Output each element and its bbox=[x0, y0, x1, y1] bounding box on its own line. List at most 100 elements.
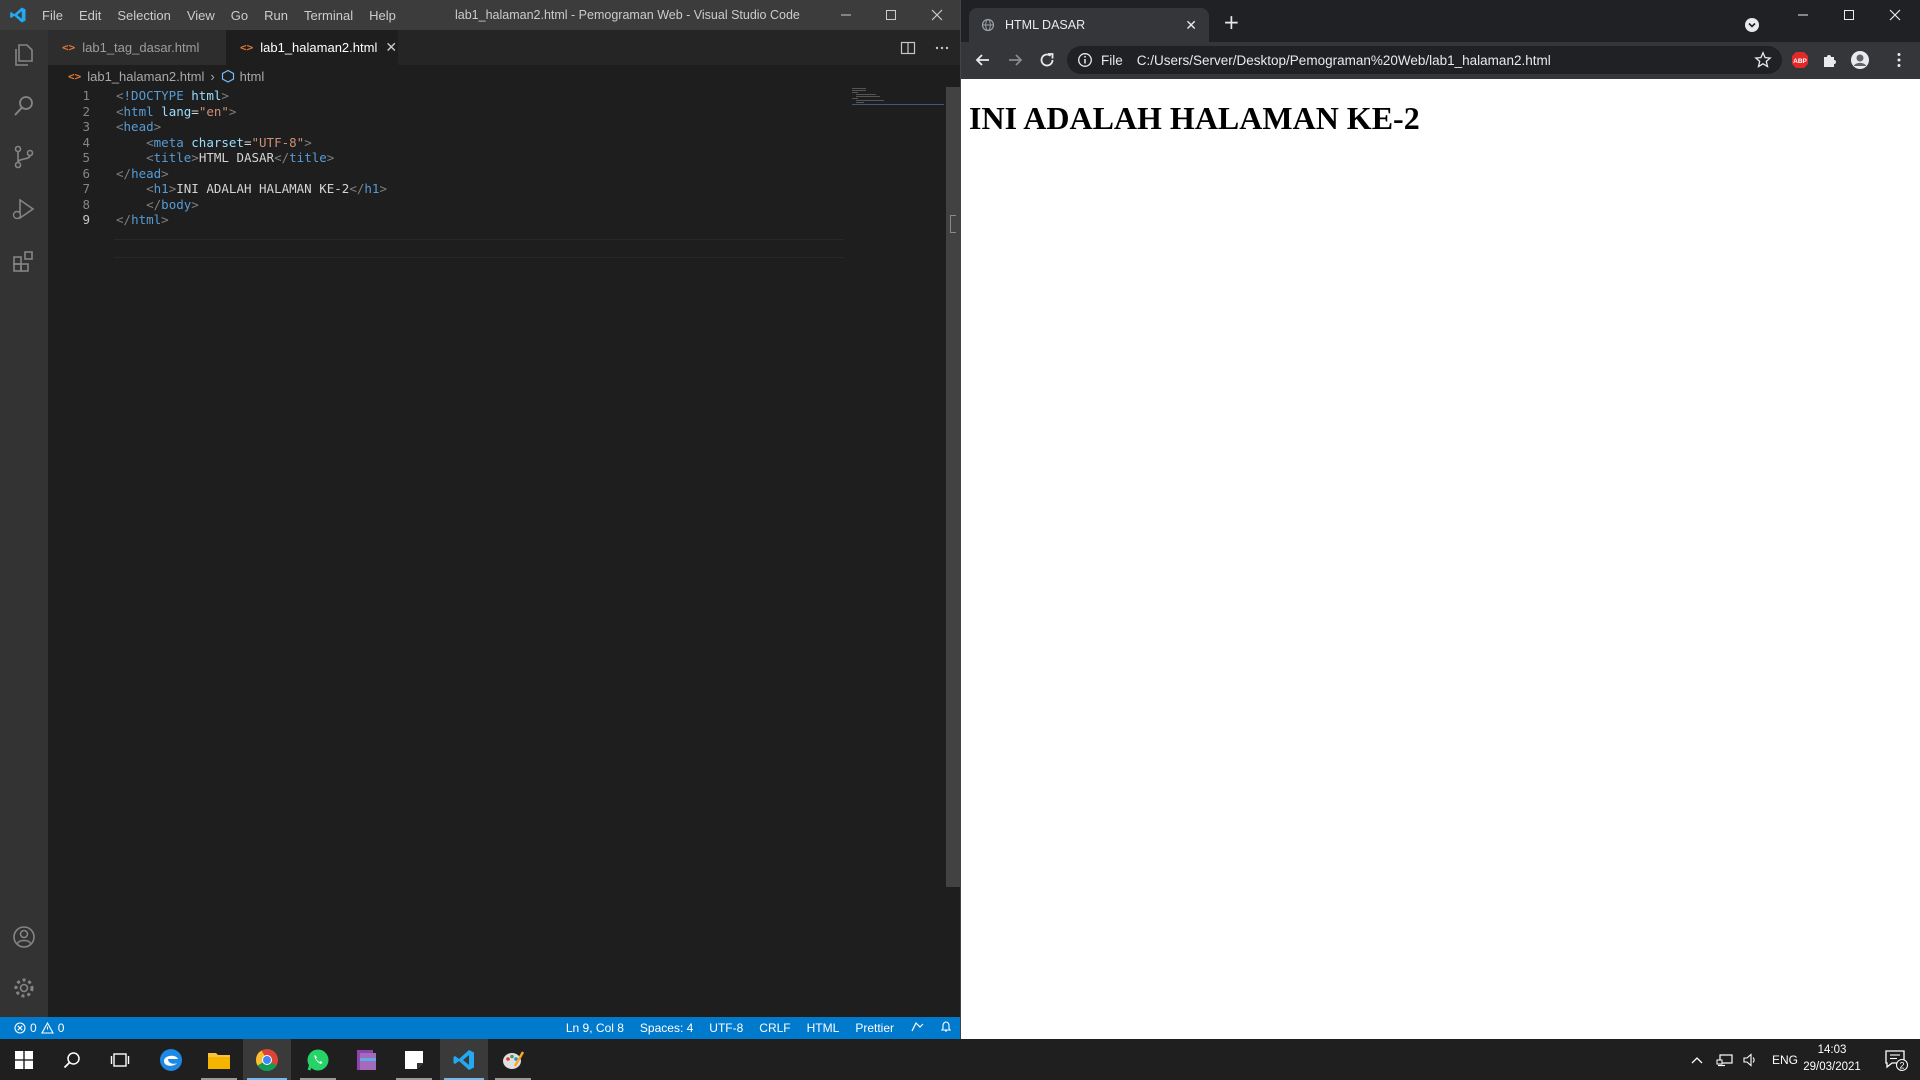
taskbar-vscode[interactable] bbox=[440, 1039, 488, 1080]
chrome-window: HTML DASAR ✕ + File C:/Users/Server/Desk… bbox=[961, 0, 1920, 1039]
taskbar-chrome[interactable] bbox=[243, 1039, 291, 1080]
notifications-icon: 2 bbox=[1885, 1049, 1908, 1071]
menu-run[interactable]: Run bbox=[256, 8, 296, 23]
menu-go[interactable]: Go bbox=[223, 8, 256, 23]
taskbar-search-button[interactable] bbox=[48, 1039, 96, 1080]
breadcrumb-file[interactable]: lab1_halaman2.html bbox=[87, 69, 204, 84]
status-right: Ln 9, Col 8 Spaces: 4 UTF-8 CRLF HTML Pr… bbox=[558, 1017, 960, 1039]
bookmark-star-icon[interactable] bbox=[1754, 51, 1772, 69]
url-scheme: File bbox=[1101, 52, 1123, 68]
chrome-close-button[interactable] bbox=[1872, 0, 1918, 30]
taskbar-file-explorer[interactable] bbox=[195, 1039, 243, 1080]
html-file-icon: <> bbox=[62, 41, 76, 54]
desktop: File Edit Selection View Go Run Terminal… bbox=[0, 0, 1920, 1080]
browser-tab-title: HTML DASAR bbox=[1005, 18, 1086, 32]
notifications-bell-icon[interactable] bbox=[932, 1020, 960, 1036]
taskbar-winrar[interactable] bbox=[342, 1039, 390, 1080]
code-line[interactable]: 9 </html> bbox=[48, 210, 844, 229]
indentation[interactable]: Spaces: 4 bbox=[632, 1021, 701, 1035]
end-of-line[interactable]: CRLF bbox=[751, 1021, 798, 1035]
feedback-icon[interactable] bbox=[902, 1021, 932, 1036]
language-mode[interactable]: HTML bbox=[799, 1021, 848, 1035]
clock-date: 29/03/2021 bbox=[1803, 1061, 1861, 1073]
vscode-titlebar: File Edit Selection View Go Run Terminal… bbox=[0, 0, 960, 30]
breadcrumb: <> lab1_halaman2.html › html bbox=[48, 65, 960, 87]
minimize-button[interactable] bbox=[823, 0, 869, 30]
browser-tab-html-dasar[interactable]: HTML DASAR ✕ bbox=[969, 8, 1209, 42]
task-view-button[interactable] bbox=[96, 1039, 144, 1080]
code-editor[interactable]: 1 <!DOCTYPE html> 2 <html lang="en"> 3 <head>… bbox=[48, 87, 844, 1017]
code-text[interactable]: </html> bbox=[116, 210, 169, 229]
editor-scrollbar[interactable] bbox=[946, 87, 960, 887]
minimize-icon bbox=[1798, 14, 1808, 16]
split-editor-icon[interactable] bbox=[900, 40, 916, 56]
explorer-icon[interactable] bbox=[11, 42, 37, 68]
chevron-right-icon: › bbox=[210, 68, 215, 84]
new-tab-button[interactable]: + bbox=[1223, 12, 1240, 32]
chrome-minimize-button[interactable] bbox=[1780, 0, 1826, 30]
extensions-icon[interactable] bbox=[11, 248, 37, 274]
menu-edit[interactable]: Edit bbox=[71, 8, 109, 23]
system-clock[interactable]: 14:03 29/03/2021 bbox=[1798, 1042, 1866, 1076]
tab-lab1-tag-dasar[interactable]: <> lab1_tag_dasar.html bbox=[48, 30, 226, 65]
chrome-icon bbox=[256, 1048, 278, 1071]
profile-avatar-icon[interactable] bbox=[1850, 50, 1870, 70]
back-arrow-icon[interactable] bbox=[973, 50, 993, 70]
browser-tab-close-icon[interactable]: ✕ bbox=[1185, 17, 1197, 34]
breadcrumb-symbol[interactable]: html bbox=[240, 69, 265, 84]
network-icon[interactable] bbox=[1716, 1053, 1734, 1067]
taskbar-paint[interactable] bbox=[489, 1039, 537, 1080]
info-icon[interactable] bbox=[1077, 52, 1093, 68]
search-icon bbox=[63, 1051, 80, 1068]
clock-time: 14:03 bbox=[1817, 1044, 1847, 1056]
extensions-puzzle-icon[interactable] bbox=[1820, 50, 1840, 70]
encoding[interactable]: UTF-8 bbox=[701, 1021, 751, 1035]
taskbar-edge[interactable] bbox=[147, 1039, 195, 1080]
action-center-button[interactable]: 2 bbox=[1872, 1039, 1920, 1080]
tab-search-icon[interactable] bbox=[1744, 17, 1760, 33]
more-actions-icon[interactable] bbox=[934, 40, 950, 56]
source-control-icon[interactable] bbox=[11, 144, 37, 170]
chrome-maximize-button[interactable] bbox=[1826, 0, 1872, 30]
maximize-button[interactable] bbox=[868, 0, 914, 30]
menu-selection[interactable]: Selection bbox=[109, 8, 178, 23]
svg-text:ABP: ABP bbox=[1793, 58, 1807, 65]
settings-gear-icon[interactable] bbox=[11, 975, 37, 1001]
menu-terminal[interactable]: Terminal bbox=[296, 8, 361, 23]
start-button[interactable] bbox=[0, 1039, 48, 1080]
taskbar-whatsapp[interactable] bbox=[294, 1039, 342, 1080]
chrome-tab-strip: HTML DASAR ✕ + bbox=[961, 0, 1920, 42]
reload-icon[interactable] bbox=[1037, 50, 1057, 70]
page-heading: INI ADALAH HALAMAN KE-2 bbox=[969, 100, 1420, 136]
error-count: 0 bbox=[30, 1021, 37, 1035]
taskbar-sticky-notes[interactable] bbox=[390, 1039, 438, 1080]
tab-lab1-halaman2[interactable]: <> lab1_halaman2.html ✕ bbox=[226, 30, 398, 65]
tab-close-icon[interactable]: ✕ bbox=[385, 39, 397, 56]
formatter[interactable]: Prettier bbox=[847, 1021, 902, 1035]
file-explorer-icon bbox=[208, 1052, 230, 1069]
minimap[interactable] bbox=[852, 87, 944, 105]
show-hidden-icons-chevron-icon[interactable] bbox=[1690, 1053, 1704, 1067]
adblock-plus-icon[interactable]: ABP bbox=[1790, 50, 1810, 70]
menu-file[interactable]: File bbox=[34, 8, 71, 23]
url-text[interactable]: C:/Users/Server/Desktop/Pemograman%20Web… bbox=[1137, 53, 1551, 68]
input-language[interactable]: ENG bbox=[1772, 1053, 1798, 1067]
problems-indicator[interactable]: 0 0 bbox=[14, 1017, 64, 1039]
warning-icon bbox=[40, 1022, 54, 1034]
activity-bar bbox=[0, 30, 48, 1017]
address-bar[interactable]: File C:/Users/Server/Desktop/Pemograman%… bbox=[1067, 46, 1782, 74]
minimize-icon bbox=[841, 14, 851, 16]
vscode-logo-icon bbox=[10, 7, 26, 23]
chrome-menu-icon[interactable] bbox=[1889, 50, 1909, 70]
search-icon[interactable] bbox=[11, 93, 37, 119]
web-page-content: INI ADALAH HALAMAN KE-2 bbox=[961, 79, 1920, 1039]
close-button[interactable] bbox=[914, 0, 960, 30]
menu-help[interactable]: Help bbox=[361, 8, 404, 23]
run-debug-icon[interactable] bbox=[11, 196, 37, 222]
cursor-position[interactable]: Ln 9, Col 8 bbox=[558, 1021, 632, 1035]
forward-arrow-icon[interactable] bbox=[1005, 50, 1025, 70]
accounts-icon[interactable] bbox=[11, 924, 37, 950]
scrollbar-cursor-marker bbox=[950, 215, 956, 233]
menu-view[interactable]: View bbox=[179, 8, 223, 23]
volume-icon[interactable] bbox=[1742, 1052, 1758, 1067]
